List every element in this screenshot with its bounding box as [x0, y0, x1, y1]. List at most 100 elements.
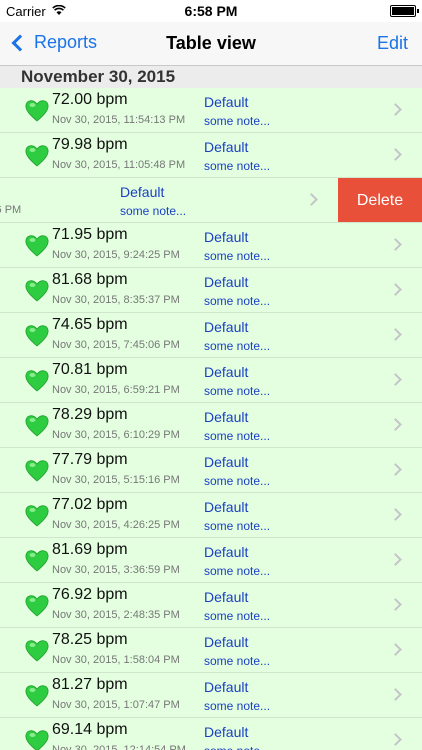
- row-content[interactable]: 71.95 bpm Nov 30, 2015, 9:24:25 PM Default…: [0, 223, 422, 267]
- chevron-right-icon: [389, 463, 402, 476]
- heart-icon: [24, 97, 50, 123]
- chevron-right-icon: [389, 418, 402, 431]
- reading-date: Nov 30, 2015, 12:14:54 PM: [52, 744, 186, 750]
- row-content[interactable]: 69.14 bpm Nov 30, 2015, 12:14:54 PM Defaul…: [0, 718, 422, 750]
- category-label: Default: [204, 229, 249, 245]
- bpm-value: 70.81 bpm: [52, 361, 128, 378]
- readings-list[interactable]: 72.00 bpm Nov 30, 2015, 11:54:13 PM Defaul…: [0, 88, 422, 750]
- row-content[interactable]: 77.79 bpm Nov 30, 2015, 5:15:16 PM Default…: [0, 448, 422, 492]
- row-content[interactable]: 81.27 bpm Nov 30, 2015, 1:07:47 PM Default…: [0, 673, 422, 717]
- note-text: some note...: [204, 159, 271, 173]
- note-text: some note...: [204, 429, 271, 443]
- chevron-right-icon: [389, 148, 402, 161]
- heart-icon: [24, 682, 50, 708]
- reading-date: Nov 30, 2015, 1:58:04 PM: [52, 654, 180, 666]
- table-row[interactable]: 77.79 bpm Nov 30, 2015, 5:15:16 PM Default…: [0, 448, 422, 493]
- table-row[interactable]: 81.27 bpm Nov 30, 2015, 1:07:47 PM Default…: [0, 673, 422, 718]
- bpm-value: 78.29 bpm: [52, 406, 128, 423]
- heart-icon: [24, 727, 50, 750]
- bpm-value: 78.25 bpm: [52, 631, 128, 648]
- row-content[interactable]: 76.92 bpm Nov 30, 2015, 2:48:35 PM Default…: [0, 583, 422, 627]
- row-content[interactable]: 81.69 bpm Nov 30, 2015, 3:36:59 PM Default…: [0, 538, 422, 582]
- row-content[interactable]: 77.02 bpm Nov 30, 2015, 4:26:25 PM Default…: [0, 493, 422, 537]
- chevron-right-icon: [389, 373, 402, 386]
- table-row[interactable]: 81.69 bpm Nov 30, 2015, 3:36:59 PM Default…: [0, 538, 422, 583]
- table-row[interactable]: 81.68 bpm Nov 30, 2015, 8:35:37 PM Default…: [0, 268, 422, 313]
- note-text: some note...: [204, 474, 271, 488]
- row-content[interactable]: 70.81 bpm Nov 30, 2015, 6:59:21 PM Default…: [0, 358, 422, 402]
- heart-icon: [24, 277, 50, 303]
- note-text: some note...: [120, 204, 187, 218]
- row-content[interactable]: 79.98 bpm Nov 30, 2015, 11:05:48 PM Defaul…: [0, 133, 422, 177]
- table-row[interactable]: 71.95 bpm Nov 30, 2015, 9:24:25 PM Default…: [0, 223, 422, 268]
- bpm-value: 74.65 bpm: [52, 316, 128, 333]
- category-label: Default: [204, 679, 249, 695]
- battery-icon: [390, 5, 419, 17]
- row-content[interactable]: 78.29 bpm Nov 30, 2015, 6:10:29 PM Default…: [0, 403, 422, 447]
- reading-date: Nov 30, 2015, 7:45:06 PM: [52, 339, 180, 351]
- heart-icon: [24, 502, 50, 528]
- reading-date: Nov 30, 2015, 6:10:29 PM: [52, 429, 180, 441]
- table-row[interactable]: 78.29 bpm Nov 30, 2015, 6:10:29 PM Default…: [0, 403, 422, 448]
- chevron-right-icon: [389, 238, 402, 251]
- bpm-value: 77.79 bpm: [52, 451, 128, 468]
- reading-date: Nov 30, 2015, 11:54:13 PM: [52, 114, 186, 126]
- category-label: Default: [204, 319, 249, 335]
- table-row[interactable]: 69.14 bpm Nov 30, 2015, 12:14:54 PM Defaul…: [0, 718, 422, 750]
- heart-icon: [24, 142, 50, 168]
- reading-date: Nov 30, 2015, 8:35:37 PM: [52, 294, 180, 306]
- row-content[interactable]: 72.00 bpm Nov 30, 2015, 11:54:13 PM Defaul…: [0, 88, 422, 132]
- bpm-value: 81.69 bpm: [52, 541, 128, 558]
- table-row[interactable]: 78.25 bpm Nov 30, 2015, 1:58:04 PM Default…: [0, 628, 422, 673]
- note-text: some note...: [204, 384, 271, 398]
- category-label: Default: [204, 589, 249, 605]
- chevron-right-icon: [389, 508, 402, 521]
- row-content[interactable]: 88 bpm0, 2015, 10:15:56 PMDefaultsome no…: [0, 178, 338, 222]
- chevron-right-icon: [389, 328, 402, 341]
- category-label: Default: [204, 634, 249, 650]
- bpm-value: 76.92 bpm: [52, 586, 128, 603]
- bpm-value: 77.02 bpm: [52, 496, 128, 513]
- table-row[interactable]: 76.92 bpm Nov 30, 2015, 2:48:35 PM Default…: [0, 583, 422, 628]
- heart-icon: [24, 232, 50, 258]
- note-text: some note...: [204, 654, 271, 668]
- note-text: some note...: [204, 114, 271, 128]
- bpm-value: 81.27 bpm: [52, 676, 128, 693]
- note-text: some note...: [204, 249, 271, 263]
- row-content[interactable]: 78.25 bpm Nov 30, 2015, 1:58:04 PM Default…: [0, 628, 422, 672]
- heart-icon: [24, 412, 50, 438]
- chevron-right-icon: [305, 193, 318, 206]
- delete-button[interactable]: Delete: [338, 178, 422, 222]
- table-row[interactable]: 70.81 bpm Nov 30, 2015, 6:59:21 PM Default…: [0, 358, 422, 403]
- table-row[interactable]: 88 bpm0, 2015, 10:15:56 PMDefaultsome no…: [0, 178, 422, 223]
- reading-date: Nov 30, 2015, 9:24:25 PM: [52, 249, 180, 261]
- chevron-right-icon: [389, 733, 402, 746]
- table-row[interactable]: 74.65 bpm Nov 30, 2015, 7:45:06 PM Default…: [0, 313, 422, 358]
- edit-button[interactable]: Edit: [377, 33, 408, 54]
- chevron-right-icon: [389, 553, 402, 566]
- reading-date: Nov 30, 2015, 11:05:48 PM: [52, 159, 186, 171]
- bpm-value: 71.95 bpm: [52, 226, 128, 243]
- table-row[interactable]: 79.98 bpm Nov 30, 2015, 11:05:48 PM Defaul…: [0, 133, 422, 178]
- note-text: some note...: [204, 564, 271, 578]
- category-label: Default: [204, 139, 249, 155]
- table-row[interactable]: 77.02 bpm Nov 30, 2015, 4:26:25 PM Default…: [0, 493, 422, 538]
- heart-icon: [24, 367, 50, 393]
- reading-date: Nov 30, 2015, 3:36:59 PM: [52, 564, 180, 576]
- note-text: some note...: [204, 519, 271, 533]
- category-label: Default: [204, 364, 249, 380]
- category-label: Default: [204, 724, 249, 740]
- heart-icon: [24, 322, 50, 348]
- bpm-value: 79.98 bpm: [52, 136, 128, 153]
- row-content[interactable]: 74.65 bpm Nov 30, 2015, 7:45:06 PM Default…: [0, 313, 422, 357]
- category-label: Default: [204, 274, 249, 290]
- chevron-right-icon: [389, 103, 402, 116]
- table-row[interactable]: 72.00 bpm Nov 30, 2015, 11:54:13 PM Defaul…: [0, 88, 422, 133]
- page-title: Table view: [166, 33, 256, 53]
- reading-date: Nov 30, 2015, 6:59:21 PM: [52, 384, 180, 396]
- chevron-right-icon: [389, 598, 402, 611]
- category-label: Default: [204, 409, 249, 425]
- note-text: some note...: [204, 294, 271, 308]
- reading-date: Nov 30, 2015, 5:15:16 PM: [52, 474, 180, 486]
- row-content[interactable]: 81.68 bpm Nov 30, 2015, 8:35:37 PM Default…: [0, 268, 422, 312]
